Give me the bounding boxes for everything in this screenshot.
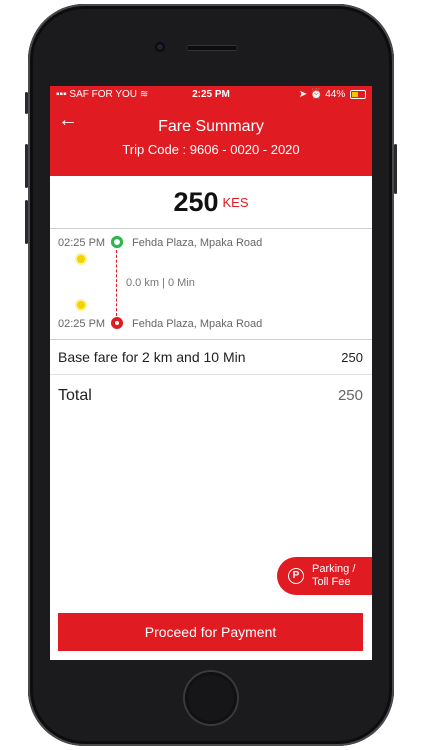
- parking-label-line2: Toll Fee: [312, 576, 351, 588]
- total-label: Total: [58, 387, 92, 404]
- fare-currency: KES: [222, 194, 249, 210]
- alarm-icon: ⏰: [309, 89, 323, 100]
- volume-up-button: [25, 144, 28, 188]
- total-value: 250: [337, 387, 363, 404]
- start-place: Fehda Plaza, Mpaka Road: [132, 237, 263, 249]
- battery-percent: 44%: [325, 89, 346, 100]
- page-title: Fare Summary: [158, 118, 264, 135]
- earpiece-speaker: [186, 45, 238, 51]
- sun-icon: [77, 301, 85, 309]
- base-fare-row: Base fare for 2 km and 10 Min 250: [50, 339, 372, 375]
- trip-route: 02:25 PM Fehda Plaza, Mpaka Road 0.0 km …: [50, 229, 372, 339]
- parking-toll-button[interactable]: P Parking / Toll Fee: [277, 557, 372, 595]
- front-camera: [155, 42, 165, 52]
- sun-icon: [77, 255, 85, 263]
- trip-code: Trip Code : 9606 - 0020 - 2020: [122, 142, 300, 157]
- end-time: 02:25 PM: [58, 318, 106, 330]
- status-bar: ▪▪▪ SAF FOR YOU ≋ 2:25 PM ➤ ⏰ 44%: [50, 86, 372, 104]
- trip-distance: 0.0 km | 0 Min: [126, 277, 195, 289]
- parking-icon: P: [288, 568, 304, 584]
- base-fare-value: 250: [341, 350, 363, 365]
- start-time: 02:25 PM: [58, 237, 106, 249]
- total-row: Total 250: [50, 374, 372, 414]
- app-screen: ▪▪▪ SAF FOR YOU ≋ 2:25 PM ➤ ⏰ 44% ← Fare…: [50, 86, 372, 660]
- end-marker-icon: [111, 317, 123, 329]
- proceed-payment-button[interactable]: Proceed for Payment: [58, 613, 363, 651]
- parking-label: Parking / Toll Fee: [312, 563, 355, 589]
- mute-switch: [25, 92, 28, 114]
- location-icon: ➤: [298, 89, 308, 100]
- start-marker-icon: [111, 236, 123, 248]
- fare-amount-value: 250: [173, 187, 219, 217]
- app-header: ← Fare Summary Trip Code : 9606 - 0020 -…: [50, 104, 372, 176]
- fare-amount: 250 KES: [50, 176, 372, 229]
- battery-icon: [350, 89, 366, 99]
- home-button[interactable]: [185, 672, 237, 724]
- parking-label-line1: Parking /: [312, 563, 356, 575]
- end-place: Fehda Plaza, Mpaka Road: [132, 318, 263, 330]
- base-fare-label: Base fare for 2 km and 10 Min: [58, 349, 246, 365]
- route-line: [116, 250, 117, 316]
- status-right: ➤ ⏰ 44%: [299, 86, 366, 104]
- power-button: [394, 144, 397, 194]
- volume-down-button: [25, 200, 28, 244]
